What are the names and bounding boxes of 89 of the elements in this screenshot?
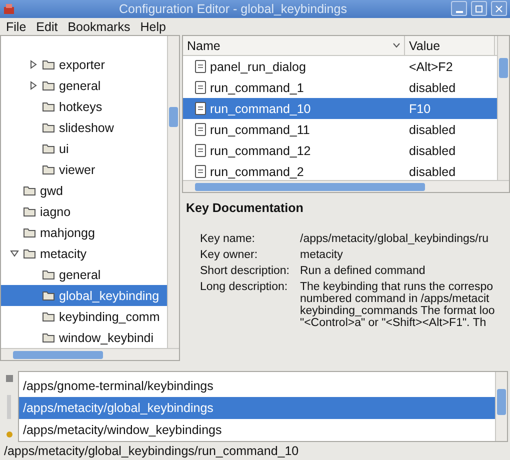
app-icon (3, 2, 15, 15)
status-text: /apps/metacity/global_keybindings/run_command_10 (3, 443, 300, 460)
tree-item[interactable]: exporter (1, 54, 167, 76)
menu-item[interactable]: File (6, 20, 26, 34)
key-row[interactable]: run_command_1 disabled (183, 77, 497, 98)
bookmark-item[interactable]: /apps/metacity/global_keybindings (19, 397, 495, 420)
tree-item[interactable]: general (1, 264, 167, 286)
folder-icon (42, 143, 55, 154)
tree-item[interactable]: slideshow (1, 117, 167, 138)
minimize-icon (456, 10, 462, 13)
key-value: <Alt>F2 (408, 60, 453, 74)
bookmark-icon (6, 375, 12, 382)
tree-item[interactable]: global_keybinding (1, 285, 167, 306)
field-value: metacity (300, 249, 344, 262)
field-value: /apps/metacity/global_keybindings/ru (300, 233, 490, 246)
folder-icon (42, 164, 55, 176)
tree-item[interactable]: gwd (1, 180, 167, 202)
collapse-arrow-icon[interactable] (10, 249, 19, 258)
vertical-scrollbar[interactable] (497, 36, 509, 180)
folder-icon (42, 80, 55, 92)
folder-icon (42, 269, 55, 280)
tree-item[interactable]: window_keybindi (1, 327, 167, 348)
key-name: run_command_12 (210, 144, 311, 158)
document-icon (195, 123, 206, 136)
key-value: F10 (408, 102, 431, 116)
folder-icon (42, 122, 55, 134)
maximize-icon (475, 4, 483, 13)
folder-icon (42, 332, 55, 344)
window-title: Configuration Editor - global_keybindings (118, 2, 348, 16)
tree-item[interactable]: metacity (1, 243, 167, 264)
document-icon (195, 102, 206, 116)
tree-item[interactable]: keybinding_comm (1, 306, 167, 328)
key-row[interactable]: panel_run_dialog <Alt>F2 (183, 56, 497, 78)
document-icon (195, 81, 206, 94)
folder-icon (42, 101, 55, 112)
key-name: panel_run_dialog (210, 60, 306, 74)
field-label: Long description: (200, 281, 289, 296)
tree-item[interactable]: hotkeys (1, 96, 167, 118)
field-label: Key name: (200, 233, 256, 246)
menu-item[interactable]: Bookmarks (68, 20, 130, 34)
section-title: Key Documentation (186, 201, 304, 216)
tree-item[interactable]: iagno (1, 201, 167, 222)
document-icon (195, 165, 206, 178)
expand-arrow-icon[interactable] (29, 81, 38, 90)
folder-icon (42, 59, 55, 70)
tree-item[interactable]: ui (1, 138, 167, 160)
key-value: disabled (408, 122, 456, 137)
folder-icon (23, 206, 36, 218)
document-icon (195, 144, 206, 158)
field-value: The keybinding that runs the correspo numbered command in /apps/metacit keybinding_commands The format loo "<Control>a" or "<Shift><Alt>F1". Th (300, 281, 496, 330)
key-name: run_command_1 (210, 80, 304, 95)
menu-item[interactable]: Edit (36, 20, 58, 34)
maximize-button[interactable] (471, 1, 487, 16)
folder-icon (42, 311, 55, 322)
key-name: run_command_2 (210, 164, 304, 179)
close-icon (495, 4, 503, 13)
key-icon (6, 431, 12, 438)
tree-item[interactable]: mahjongg (1, 222, 167, 244)
expand-arrow-icon[interactable] (29, 60, 38, 70)
field-label: Key owner: (200, 249, 259, 262)
column-header[interactable]: Value (405, 36, 495, 56)
folder-icon (42, 290, 55, 302)
menu-item[interactable]: Help (140, 20, 166, 34)
vertical-scrollbar[interactable] (495, 372, 507, 442)
column-header[interactable]: Name (183, 36, 405, 56)
key-row[interactable]: run_command_2 disabled (183, 161, 497, 180)
folder-icon (23, 227, 36, 238)
key-name: run_command_11 (210, 122, 310, 137)
bookmark-item[interactable]: /apps/gnome-terminal/keybindings (19, 375, 495, 398)
vertical-scrollbar[interactable] (167, 36, 179, 348)
key-row[interactable]: run_command_10 F10 (183, 98, 497, 120)
bookmark-item[interactable]: /apps/metacity/window_keybindings (19, 419, 495, 442)
document-icon (195, 60, 206, 74)
field-value: Run a defined command (300, 265, 426, 278)
tree-item[interactable]: general (1, 75, 167, 96)
key-value: disabled (408, 80, 456, 95)
key-row[interactable]: run_command_11 disabled (183, 119, 497, 140)
tree-item[interactable]: viewer (1, 159, 167, 180)
field-label: Short description: (200, 265, 290, 278)
horizontal-scrollbar[interactable] (183, 180, 509, 192)
close-button[interactable] (491, 1, 507, 16)
minimize-button[interactable] (451, 1, 467, 16)
key-value: disabled (408, 164, 456, 179)
horizontal-scrollbar[interactable] (1, 348, 179, 360)
key-value: disabled (408, 144, 456, 158)
folder-icon (23, 185, 36, 196)
key-name: run_command_10 (210, 102, 311, 116)
key-row[interactable]: run_command_12 disabled (183, 140, 497, 162)
open-folder-icon (23, 248, 36, 260)
